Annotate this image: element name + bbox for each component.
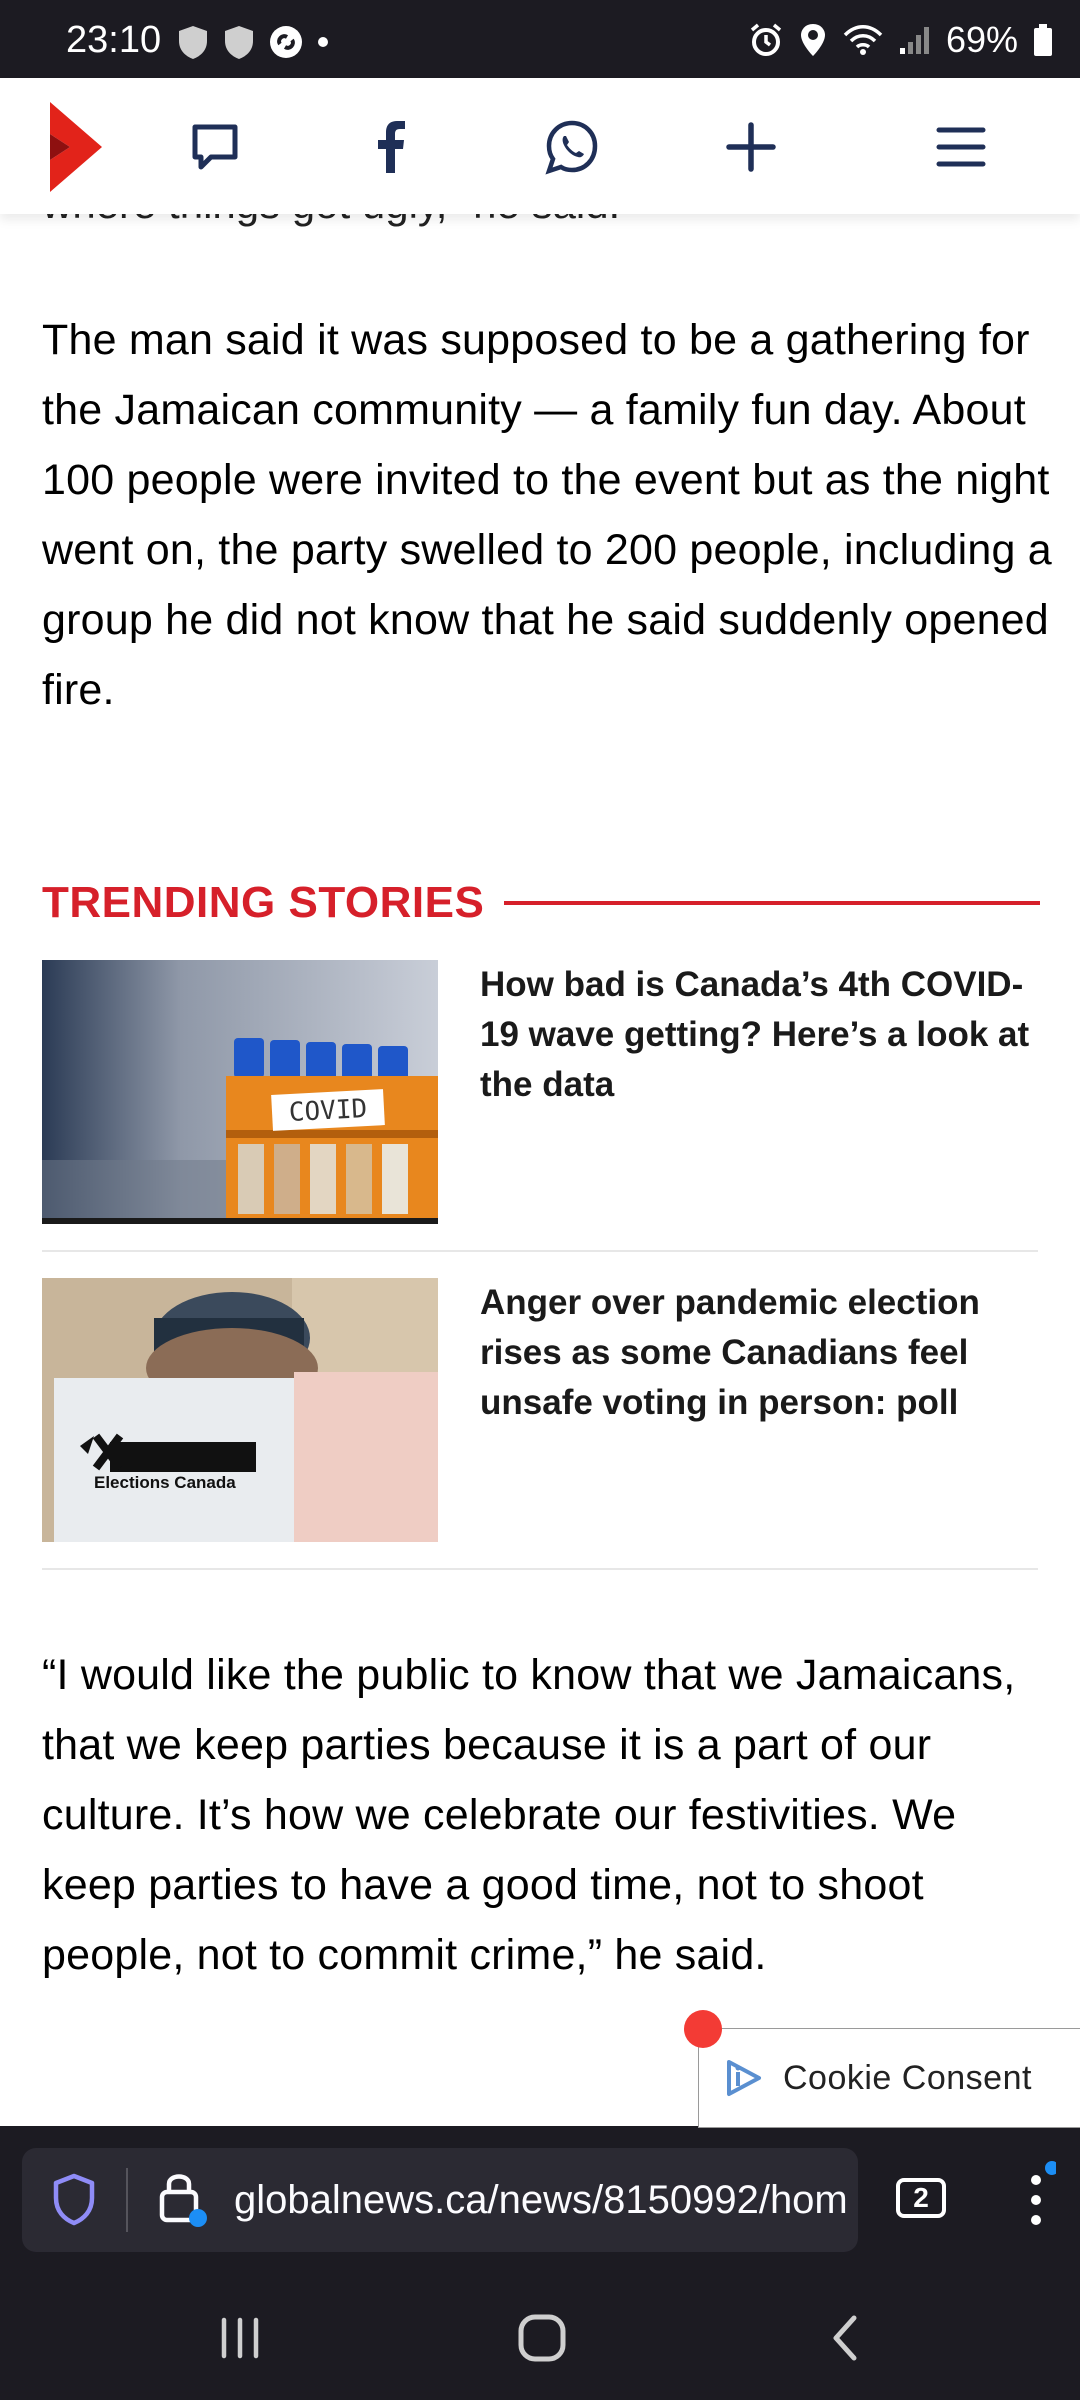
trending-divider bbox=[504, 901, 1040, 905]
lock-icon[interactable] bbox=[154, 2166, 210, 2230]
battery-icon bbox=[1034, 24, 1052, 56]
url-divider bbox=[126, 2168, 128, 2232]
trending-title: TRENDING STORIES bbox=[42, 878, 485, 927]
recent-apps-icon[interactable] bbox=[210, 2308, 270, 2368]
status-right-icons: 69% bbox=[748, 20, 1054, 60]
thumb-covid-label: COVID bbox=[288, 1094, 368, 1128]
facebook-icon bbox=[378, 121, 405, 173]
thumb-elections-label: Elections Canada bbox=[94, 1473, 236, 1492]
trending-stories-header: TRENDING STORIES bbox=[42, 875, 1040, 931]
battery-percent: 69% bbox=[945, 19, 1018, 60]
wifi-icon bbox=[843, 25, 883, 55]
url-bar[interactable]: globalnews.ca/news/8150992/hom bbox=[22, 2148, 858, 2252]
menu-icon bbox=[936, 127, 986, 167]
home-icon[interactable] bbox=[512, 2308, 572, 2368]
cookie-consent-label: Cookie Consent bbox=[783, 2058, 1032, 2097]
status-left-icons bbox=[176, 24, 330, 60]
tracking-protection-shield-icon[interactable] bbox=[50, 2172, 98, 2228]
cookie-consent-icon bbox=[727, 2060, 761, 2096]
voting-booth-image: Elections Canada bbox=[42, 1278, 438, 1542]
story-title[interactable]: Anger over pandemic election rises as so… bbox=[480, 1278, 1040, 1428]
site-nav-bar bbox=[0, 78, 1080, 214]
location-icon bbox=[800, 24, 825, 56]
trending-story[interactable]: COVID How bad is Canada’s 4th COVID-19 w… bbox=[42, 960, 1038, 1252]
story-thumbnail[interactable]: COVID bbox=[42, 960, 438, 1224]
comments-button[interactable] bbox=[180, 112, 250, 182]
logo-icon bbox=[50, 102, 102, 192]
whatsapp-icon bbox=[545, 120, 598, 175]
more-options-icon[interactable] bbox=[1016, 2158, 1056, 2238]
dot-icon bbox=[318, 37, 328, 47]
whatsapp-share-button[interactable] bbox=[537, 112, 607, 182]
global-news-logo[interactable] bbox=[38, 102, 108, 192]
story-thumbnail[interactable]: Elections Canada bbox=[42, 1278, 438, 1542]
shazam-icon bbox=[270, 26, 302, 58]
more-share-button[interactable] bbox=[716, 112, 786, 182]
plus-icon bbox=[726, 122, 776, 172]
system-nav-bar bbox=[0, 2276, 1080, 2400]
menu-button[interactable] bbox=[926, 112, 996, 182]
covid-tubes-image: COVID bbox=[42, 960, 438, 1224]
article-paragraph: “I would like the public to know that we… bbox=[42, 1651, 1016, 1979]
shield-icon bbox=[225, 26, 253, 59]
cookie-consent-button[interactable]: Cookie Consent bbox=[698, 2028, 1080, 2128]
signal-icon bbox=[899, 27, 929, 54]
facebook-share-button[interactable] bbox=[356, 112, 426, 182]
back-icon[interactable] bbox=[816, 2308, 876, 2368]
browser-toolbar: globalnews.ca/news/8150992/hom 2 bbox=[0, 2126, 1080, 2276]
comment-icon bbox=[192, 124, 238, 170]
status-time: 23:10 bbox=[66, 19, 162, 61]
shield-icon bbox=[179, 26, 207, 59]
notification-dot[interactable] bbox=[684, 2010, 722, 2048]
url-text[interactable]: globalnews.ca/news/8150992/hom bbox=[234, 2178, 854, 2223]
article-paragraph: The man said it was supposed to be a gat… bbox=[42, 316, 1052, 714]
tab-count-button[interactable]: 2 bbox=[896, 2178, 946, 2218]
story-title[interactable]: How bad is Canada’s 4th COVID-19 wave ge… bbox=[480, 960, 1040, 1110]
status-bar: 23:10 69% bbox=[0, 0, 1080, 78]
trending-story[interactable]: Elections Canada Anger over pandemic ele… bbox=[42, 1278, 1038, 1570]
alarm-icon bbox=[750, 23, 782, 56]
